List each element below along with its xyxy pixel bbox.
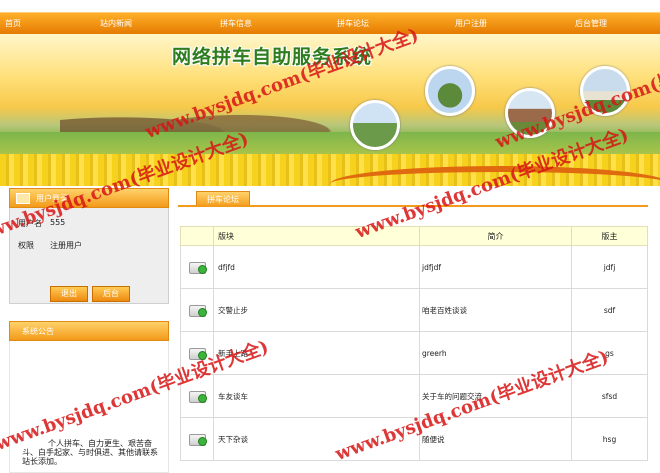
folder-icon-cell (180, 331, 214, 375)
banner-title: 网络拼车自助服务系统 (172, 46, 373, 68)
banner-trees (60, 98, 360, 132)
board-name[interactable]: 车友谈车 (213, 374, 420, 418)
folder-icon (189, 260, 207, 274)
board-intro: jdfjdf (419, 245, 572, 289)
folder-icon (189, 432, 207, 446)
notice-box-header: 系统公告 (9, 321, 169, 341)
folder-icon-cell (180, 417, 214, 461)
role-label: 权限 (18, 241, 34, 250)
folder-icon-cell (180, 245, 214, 289)
board-moderator: sfsd (571, 374, 648, 418)
username-label: 用户名 (18, 219, 42, 228)
notice-box: 个人拼车、自力更生、艰苦奋斗、白手起家、与时俱进、其他请联系站长添加。 (9, 341, 169, 473)
banner-photo-farmhouse (425, 66, 475, 116)
table-header-row: 版块 简介 版主 (180, 226, 648, 246)
board-moderator: hsg (571, 417, 648, 461)
board-name[interactable]: 交警止步 (213, 288, 420, 332)
table-row[interactable]: 天下杂谈 随便说 hsg (180, 417, 648, 461)
header-icon-col (180, 226, 214, 246)
table-row[interactable]: dfjfd jdfjdf jdfj (180, 245, 648, 289)
sidebar: 用户登录 用户名 555 权限 注册用户 退出 后台 系统公告 个人拼车、自力更… (9, 188, 169, 473)
board-intro: 随便说 (419, 417, 572, 461)
table-row[interactable]: 交警止步 咱老百姓谈谈 sdf (180, 288, 648, 332)
board-intro: 关于车的问题交流 (419, 374, 572, 418)
table-row[interactable]: 新手上路 greerh gs (180, 331, 648, 375)
notice-box-title: 系统公告 (22, 327, 54, 336)
header-board: 版块 (213, 226, 420, 246)
banner-photo-villa (580, 66, 630, 116)
header-intro: 简介 (419, 226, 572, 246)
board-name[interactable]: 新手上路 (213, 331, 420, 375)
folder-icon (189, 303, 207, 317)
forum-table: 版块 简介 版主 dfjfd jdfjdf jdfj 交警止步 咱老百姓谈谈 s… (180, 226, 648, 461)
board-moderator: gs (571, 331, 648, 375)
board-intro: 咱老百姓谈谈 (419, 288, 572, 332)
user-icon (16, 193, 30, 204)
nav-admin[interactable]: 后台管理 (575, 18, 607, 29)
role-value: 注册用户 (50, 241, 82, 250)
nav-home[interactable]: 首页 (5, 18, 21, 29)
nav-carpool-info[interactable]: 拼车信息 (220, 18, 252, 29)
board-moderator: jdfj (571, 245, 648, 289)
admin-button[interactable]: 后台 (92, 286, 130, 302)
login-box-header: 用户登录 (9, 188, 169, 208)
username-value: 555 (50, 218, 66, 227)
login-box: 用户名 555 权限 注册用户 退出 后台 (9, 208, 169, 304)
site-banner: 网络拼车自助服务系统 (0, 34, 660, 186)
forum-panel: 拼车论坛 版块 简介 版主 dfjfd jdfjdf jdfj 交警止步 咱老百… (178, 188, 648, 461)
folder-icon-cell (180, 288, 214, 332)
board-name[interactable]: dfjfd (213, 245, 420, 289)
login-box-title: 用户登录 (36, 194, 68, 203)
folder-icon (189, 346, 207, 360)
board-name[interactable]: 天下杂谈 (213, 417, 420, 461)
header-moderator: 版主 (571, 226, 648, 246)
tab-underline (178, 205, 648, 207)
board-intro: greerh (419, 331, 572, 375)
folder-icon (189, 389, 207, 403)
nav-forum[interactable]: 拼车论坛 (337, 18, 369, 29)
folder-icon-cell (180, 374, 214, 418)
nav-register[interactable]: 用户注册 (455, 18, 487, 29)
banner-photo-landscape (350, 100, 400, 150)
nav-news[interactable]: 站内新闻 (100, 18, 132, 29)
table-row[interactable]: 车友谈车 关于车的问题交流 sfsd (180, 374, 648, 418)
logout-button[interactable]: 退出 (50, 286, 88, 302)
top-nav: 首页 站内新闻 拼车信息 拼车论坛 用户注册 后台管理 (0, 12, 660, 35)
banner-photo-house (505, 88, 555, 138)
board-moderator: sdf (571, 288, 648, 332)
